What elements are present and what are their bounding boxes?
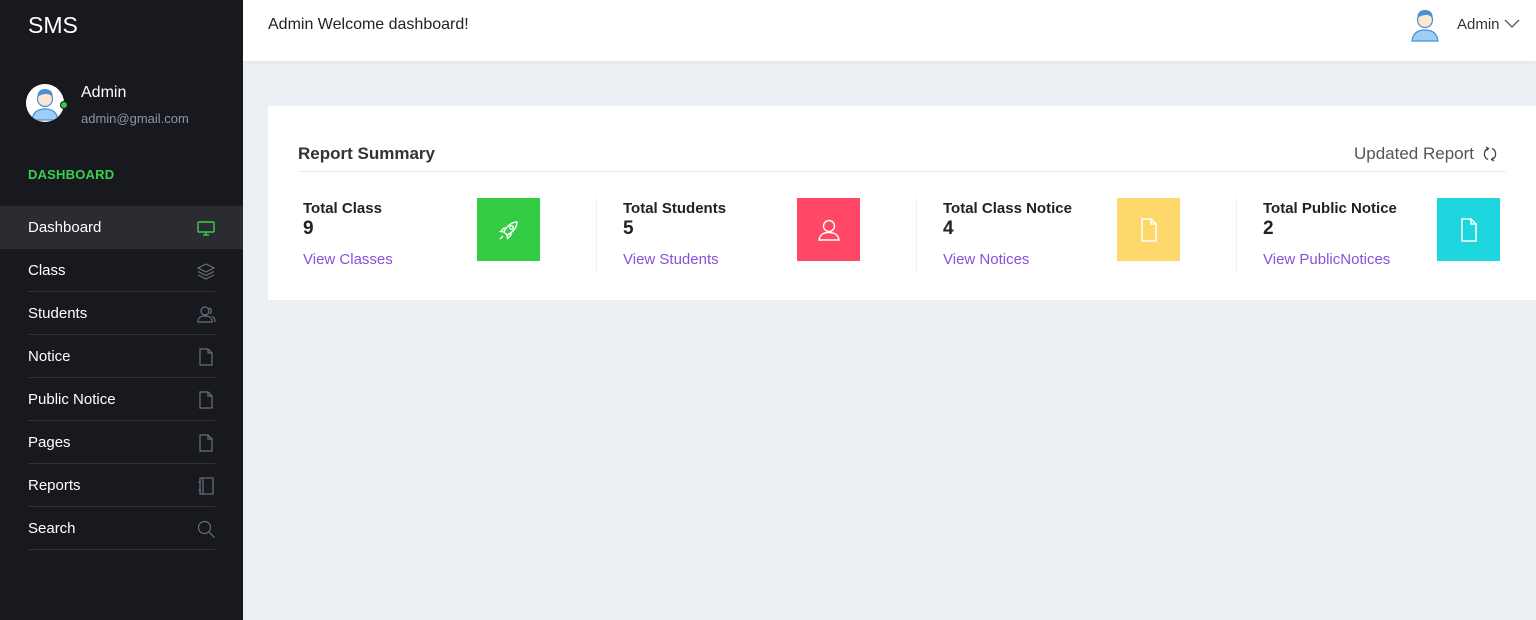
view-students-link[interactable]: View Students [623,251,719,268]
file-icon [1460,217,1477,242]
rocket-icon [498,220,518,240]
stat-label: Total Public Notice [1263,200,1397,217]
online-status-dot [60,101,68,109]
notebook-icon [198,477,214,495]
users-icon [197,306,216,323]
card-divider [298,171,1506,172]
view-public-notices-link[interactable]: View PublicNotices [1263,251,1390,268]
search-icon [197,520,215,538]
stat-label: Total Class [303,200,382,217]
user-icon [817,219,840,241]
user-menu-label[interactable]: Admin [1457,16,1500,33]
sidebar-item-students[interactable]: Students [0,292,243,335]
sidebar-item-class[interactable]: Class [0,249,243,292]
stat-total-class-notice: Total Class Notice 4 View Notices [916,198,1238,270]
sidebar-section-label: DASHBOARD [28,167,115,182]
updated-report-button[interactable]: Updated Report [1354,144,1498,164]
page-title: Admin Welcome dashboard! [268,16,469,33]
file-icon [199,348,213,366]
sidebar-item-label: Public Notice [28,391,116,408]
brand-logo[interactable]: SMS [28,12,78,39]
sidebar-item-label: Reports [28,477,81,494]
view-classes-link[interactable]: View Classes [303,251,393,268]
sidebar-item-notice[interactable]: Notice [0,335,243,378]
sidebar-item-label: Dashboard [28,219,102,236]
stat-total-public-notice: Total Public Notice 2 View PublicNotices [1236,198,1536,270]
stat-value: 4 [943,218,954,239]
profile-name: Admin [81,84,127,101]
sidebar: SMS Admin admin@gmail.com DASHBOARD Dash… [0,0,243,620]
sidebar-item-public-notice[interactable]: Public Notice [0,378,243,421]
stat-value: 5 [623,218,634,239]
sidebar-item-label: Students [28,305,88,322]
sidebar-item-reports[interactable]: Reports [0,464,243,507]
sidebar-item-label: Pages [28,434,71,451]
chevron-down-icon[interactable] [1504,19,1520,29]
updated-report-label: Updated Report [1353,144,1474,163]
stat-divider [916,198,917,270]
stat-icon-box [1437,198,1500,261]
sidebar-item-pages[interactable]: Pages [0,421,243,464]
user-avatar-icon[interactable] [1409,8,1441,42]
sidebar-item-label: Notice [28,348,71,365]
stat-label: Total Students [623,200,727,217]
stat-icon-box [797,198,860,261]
file-icon [199,391,213,409]
profile-email: admin@gmail.com [81,111,189,126]
sidebar-nav: Dashboard Class Students Notice Public N… [0,206,243,550]
stat-divider [1236,198,1237,270]
stat-value: 9 [303,218,314,239]
file-icon [1140,217,1157,242]
report-summary-card: Report Summary Updated Report Total Clas… [268,106,1536,300]
refresh-icon [1483,146,1497,162]
sidebar-item-search[interactable]: Search [0,507,243,550]
stat-icon-box [1117,198,1180,261]
avatar[interactable] [26,84,64,122]
stat-label: Total Class Notice [943,200,1072,217]
topbar: Admin Welcome dashboard! Admin [243,0,1536,61]
sidebar-item-label: Class [28,262,66,279]
file-icon [199,434,213,452]
stat-value: 2 [1263,218,1274,239]
stat-divider [596,198,597,270]
stat-icon-box [477,198,540,261]
stat-total-students: Total Students 5 View Students [596,198,918,270]
card-title: Report Summary [298,144,435,163]
layers-icon [196,263,216,280]
sidebar-item-label: Search [28,520,76,537]
monitor-icon [197,221,215,236]
stat-total-class: Total Class 9 View Classes [298,198,598,270]
sidebar-item-dashboard[interactable]: Dashboard [0,206,243,249]
view-notices-link[interactable]: View Notices [943,251,1029,268]
avatar-icon [26,84,64,122]
